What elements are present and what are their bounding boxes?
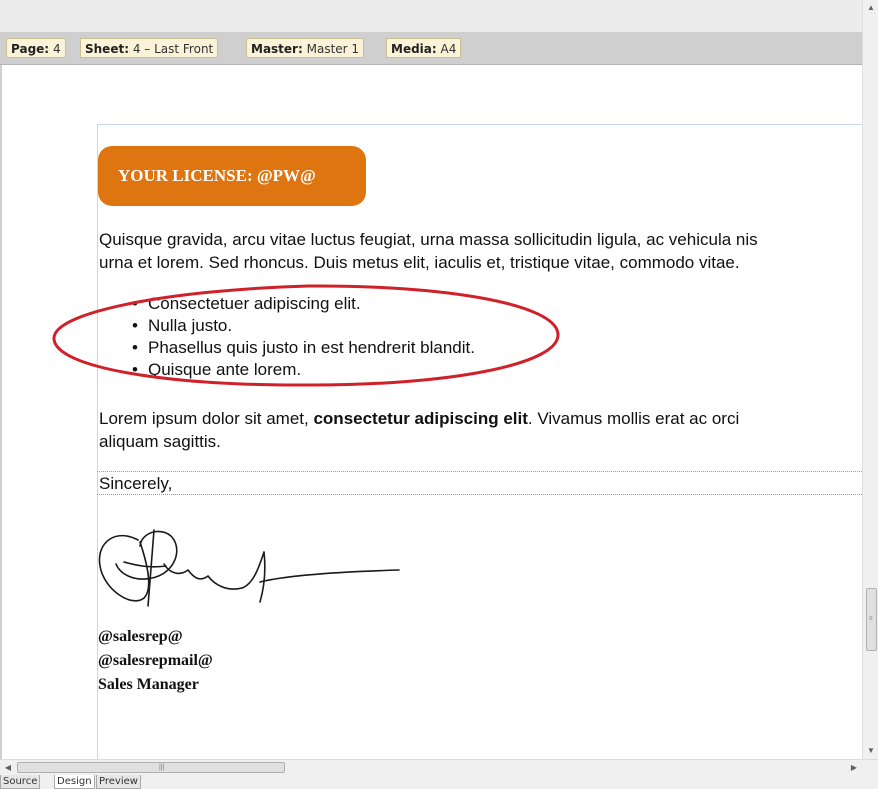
horizontal-scroll-thumb[interactable]: ||| (17, 762, 285, 773)
page-margin-top (97, 124, 862, 125)
master-chip: Master: Master 1 (246, 38, 365, 58)
arrow-right-icon[interactable]: ▶ (846, 760, 862, 776)
vertical-scroll-thumb[interactable]: ≡ (866, 588, 877, 651)
vertical-scrollbar[interactable]: ▲ ≡ ▼ (862, 0, 878, 759)
tab-preview[interactable]: Preview (96, 775, 141, 789)
master-label: Master: (251, 42, 303, 56)
intro-paragraph-line-2[interactable]: urna et lorem. Sed rhoncus. Duis metus e… (99, 252, 740, 274)
grip-icon: ≡ (869, 616, 873, 622)
arrow-down-icon[interactable]: ▼ (863, 743, 878, 759)
signature-email[interactable]: @salesrepmail@ (98, 650, 213, 671)
signature-title[interactable]: Sales Manager (98, 674, 199, 695)
sheet-label: Sheet: (85, 42, 129, 56)
sheet-value: 4 – Last Front (132, 42, 214, 56)
body-text: . Vivamus mollis erat ac orci (527, 409, 740, 428)
intro-paragraph-line-1[interactable]: Quisque gravida, arcu vitae luctus feugi… (99, 229, 758, 251)
page-label: Page: (11, 42, 50, 56)
highlight-ellipse (52, 284, 560, 387)
tab-source[interactable]: Source (0, 775, 41, 789)
media-label: Media: (391, 42, 437, 56)
sheet-chip: Sheet: 4 – Last Front (80, 38, 219, 58)
body-paragraph-line-2[interactable]: aliquam sagittis. (99, 431, 221, 453)
body-paragraph-line-1[interactable]: Lorem ipsum dolor sit amet, consectetur … (99, 408, 739, 430)
toolbar-strip (0, 0, 862, 33)
media-chip: Media: A4 (386, 38, 462, 58)
media-value: A4 (440, 42, 457, 56)
master-value: Master 1 (306, 42, 360, 56)
grip-icon: ||| (159, 764, 165, 771)
closing-block[interactable] (97, 471, 862, 495)
tab-design[interactable]: Design (54, 775, 95, 789)
arrow-up-icon[interactable]: ▲ (863, 0, 878, 16)
arrow-left-icon[interactable]: ◀ (0, 760, 16, 776)
body-text: Lorem ipsum dolor sit amet, (99, 409, 314, 428)
license-badge[interactable]: YOUR LICENSE: @PW@ (98, 146, 366, 206)
signature-name[interactable]: @salesrep@ (98, 626, 183, 647)
body-bold-text: consectetur adipiscing elit (313, 409, 528, 428)
page-value: 4 (52, 42, 61, 56)
view-tabs: Source Design Preview (0, 775, 878, 789)
closing-text: Sincerely, (99, 474, 173, 493)
horizontal-scrollbar[interactable]: ◀ ||| ▶ (0, 759, 878, 775)
signature-image[interactable] (94, 520, 414, 620)
page-chip: Page: 4 (6, 38, 66, 58)
